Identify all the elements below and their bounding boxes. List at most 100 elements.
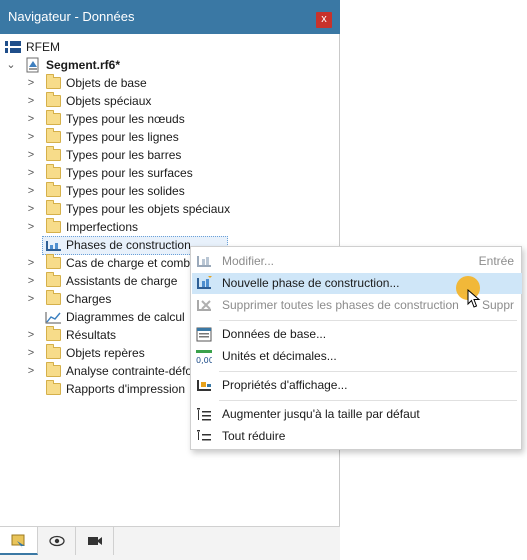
mouse-pointer-icon	[467, 289, 481, 308]
folder-icon	[46, 200, 61, 215]
chevron-right-icon[interactable]: >	[26, 272, 36, 290]
tree-item-label: Rapports d'impression	[66, 382, 186, 396]
tree-item-label: Analyse contrainte-défo	[66, 364, 193, 378]
folder-icon	[46, 182, 61, 197]
tree-item-label: Types pour les nœuds	[66, 112, 185, 126]
tree-root-label: RFEM	[26, 40, 60, 54]
folder-icon	[46, 218, 61, 233]
tree-item-types-objets-speciaux[interactable]: > Types pour les objets spéciaux	[0, 200, 340, 218]
folder-icon	[46, 326, 61, 341]
menu-item-units[interactable]: 0,00 Unités et décimales...	[192, 346, 522, 367]
chevron-right-icon[interactable]: >	[26, 74, 36, 92]
folder-icon	[46, 362, 61, 377]
chevron-right-icon[interactable]: >	[26, 128, 36, 146]
tree-item-objets-speciaux[interactable]: > Objets spéciaux	[0, 92, 340, 110]
tab-data[interactable]	[0, 527, 38, 555]
model-file-icon	[26, 57, 39, 73]
menu-item-label: Unités et décimales...	[222, 349, 337, 363]
chevron-right-icon[interactable]: >	[26, 146, 36, 164]
folder-icon	[46, 290, 61, 305]
units-decimals-icon: 0,00	[196, 350, 212, 364]
folder-icon	[46, 128, 61, 143]
eye-icon	[48, 535, 65, 547]
chevron-right-icon[interactable]: >	[26, 218, 36, 236]
camera-icon	[87, 537, 102, 545]
chevron-right-icon[interactable]: >	[26, 164, 36, 182]
tree-file[interactable]: ⌄ Segment.rf6*	[0, 56, 340, 74]
menu-item-label: Tout réduire	[222, 429, 286, 443]
chevron-down-icon[interactable]: ⌄	[6, 56, 16, 74]
window-title: Navigateur - Données	[8, 9, 135, 24]
folder-icon	[46, 254, 61, 269]
chevron-right-icon[interactable]: >	[26, 254, 36, 272]
tree-item-types-noeuds[interactable]: > Types pour les nœuds	[0, 110, 340, 128]
navigator-tab-bar	[0, 526, 340, 560]
rfem-icon	[5, 41, 21, 53]
delete-phases-icon	[197, 300, 211, 311]
svg-text:0,00: 0,00	[196, 356, 212, 364]
navigator-titlebar: Navigateur - Données x	[0, 0, 340, 34]
chevron-right-icon[interactable]: >	[26, 326, 36, 344]
menu-item-collapse[interactable]: Tout réduire	[192, 426, 522, 447]
folder-icon	[46, 92, 61, 107]
chevron-right-icon[interactable]: >	[26, 110, 36, 128]
tree-item-imperfections[interactable]: > Imperfections	[0, 218, 340, 236]
tab-display[interactable]	[38, 527, 76, 555]
menu-item-modify[interactable]: Modifier... Entrée	[192, 251, 522, 272]
tree-item-types-lignes[interactable]: > Types pour les lignes	[0, 128, 340, 146]
tree-item-label: Types pour les lignes	[66, 130, 179, 144]
tree-item-objets-de-base[interactable]: > Objets de base	[0, 74, 340, 92]
folder-icon	[46, 380, 61, 395]
tree-item-label: Objets de base	[66, 76, 147, 90]
menu-item-expand[interactable]: Augmenter jusqu'à la taille par défaut	[192, 404, 522, 425]
menu-separator	[219, 320, 517, 321]
chevron-right-icon[interactable]: >	[26, 344, 36, 362]
folder-icon	[46, 110, 61, 125]
menu-item-label: Nouvelle phase de construction...	[222, 276, 400, 290]
menu-item-shortcut: Suppr	[481, 298, 514, 312]
tree-item-label: Types pour les barres	[66, 148, 182, 162]
menu-item-base-data[interactable]: Données de base...	[192, 324, 522, 345]
tree-item-label: Cas de charge et combi	[66, 256, 193, 270]
tree-item-label: Charges	[66, 292, 112, 306]
base-data-icon	[196, 327, 212, 342]
tree-item-label: Types pour les surfaces	[66, 166, 193, 180]
tree-item-label: Objets spéciaux	[66, 94, 152, 108]
tree-item-label: Diagrammes de calcul	[66, 310, 185, 324]
close-button[interactable]: x	[316, 12, 332, 28]
tree-item-label: Phases de construction	[66, 238, 191, 252]
tree-item-types-solides[interactable]: > Types pour les solides	[0, 182, 340, 200]
menu-item-display-properties[interactable]: Propriétés d'affichage...	[192, 375, 522, 396]
tab-views[interactable]	[76, 527, 114, 555]
tree-item-label: Types pour les solides	[66, 184, 185, 198]
folder-icon	[46, 272, 61, 287]
tree-item-types-surfaces[interactable]: > Types pour les surfaces	[0, 164, 340, 182]
construction-phase-icon	[46, 241, 61, 251]
menu-separator	[219, 400, 517, 401]
collapse-tree-icon	[197, 430, 211, 441]
folder-icon	[46, 146, 61, 161]
chevron-right-icon[interactable]: >	[26, 92, 36, 110]
tree-item-label: Imperfections	[66, 220, 139, 234]
menu-item-shortcut: Entrée	[478, 254, 514, 268]
chevron-right-icon[interactable]: >	[26, 182, 36, 200]
tree-item-label: Résultats	[66, 328, 117, 342]
chevron-right-icon[interactable]: >	[26, 290, 36, 308]
folder-icon	[46, 74, 61, 89]
tree-item-label: Objets repères	[66, 346, 145, 360]
menu-item-label: Augmenter jusqu'à la taille par défaut	[222, 407, 420, 421]
folder-icon	[46, 164, 61, 179]
menu-separator	[219, 371, 517, 372]
menu-item-label: Données de base...	[222, 327, 327, 341]
tree-root[interactable]: RFEM	[0, 38, 340, 56]
tree-item-label: Types pour les objets spéciaux	[66, 202, 231, 216]
expand-tree-icon	[197, 408, 211, 421]
data-tab-icon	[11, 534, 25, 549]
chevron-right-icon[interactable]: >	[26, 362, 36, 380]
chevron-right-icon[interactable]: >	[26, 200, 36, 218]
tree-item-types-barres[interactable]: > Types pour les barres	[0, 146, 340, 164]
tree-item-label: Assistants de charge	[66, 274, 178, 288]
menu-item-label: Propriétés d'affichage...	[222, 378, 348, 392]
diagram-icon	[45, 312, 61, 324]
display-properties-icon	[197, 380, 211, 391]
